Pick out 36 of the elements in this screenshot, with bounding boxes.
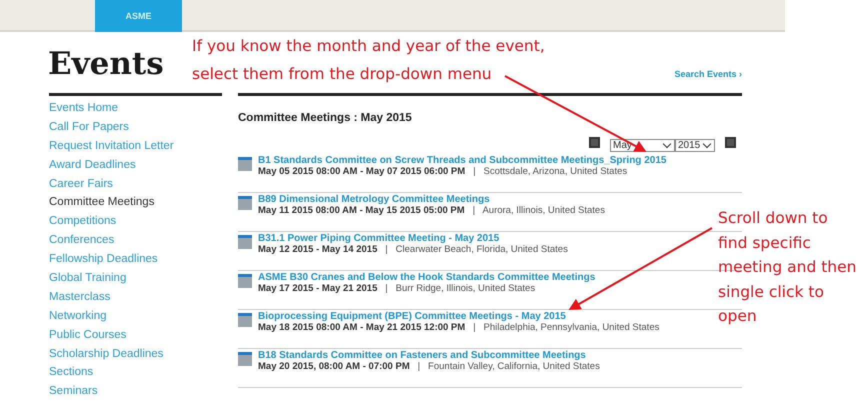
event-details: May 12 2015 - May 14 2015 | Clearwater Beach, Florida, United States (258, 244, 568, 255)
sidebar-item[interactable]: Public Courses (49, 326, 222, 345)
sidebar-item[interactable]: Award Deadlines (49, 156, 222, 175)
sidebar-item[interactable]: Seminars (49, 382, 222, 401)
sidebar-item[interactable]: Request Invitation Letter (49, 136, 222, 156)
sidebar-item[interactable]: Sections (49, 363, 222, 382)
sidebar-item[interactable]: Global Training (49, 269, 222, 288)
sidebar-item[interactable]: Career Fairs (49, 174, 222, 194)
sidebar-item[interactable]: Networking (49, 306, 222, 326)
sidebar-item[interactable]: Masterclass (49, 288, 222, 307)
event-title-link[interactable]: B31.1 Power Piping Committee Meeting - May 2015 (258, 233, 568, 244)
sidebar-item[interactable]: Competitions (49, 212, 222, 232)
section-heading: Committee Meetings : May 2015 (238, 112, 413, 124)
event-title-link[interactable]: B1 Standards Committee on Screw Threads and Subcommittee Meetings_Spring 2015 (258, 155, 666, 166)
logo[interactable]: ASME (95, 0, 182, 32)
annotation-text: If you know the month and year of the event, select them from the drop-down menu (192, 36, 546, 85)
event-title-link[interactable]: B18 Standards Committee on Fasteners and Subcommittee Meetings (258, 350, 600, 361)
event-title-link[interactable]: ASME B30 Cranes and Below the Hook Standards Committee Meetings (258, 272, 596, 283)
page-title: Events (48, 46, 164, 82)
sidebar-item[interactable]: Events Home (49, 99, 222, 118)
sidebar-item[interactable]: Committee Meetings (49, 193, 222, 212)
event-title-link[interactable]: Bioprocessing Equipment (BPE) Committee Meetings - May 2015 (258, 311, 660, 322)
event-details: May 20 2015, 08:00 AM - 07:00 PM | Fountain Valley, California, United States (258, 361, 600, 372)
event-details: May 11 2015 08:00 AM - May 15 2015 05:00 PM | Aurora, Illinois, United States (258, 205, 605, 216)
sidebar-item[interactable]: Scholarship Deadlines (49, 344, 222, 364)
month-select[interactable]: May (610, 138, 675, 152)
search-events-link[interactable]: Search Events › (674, 69, 742, 79)
annotation-text: Scroll down to find specific meeting and then single click to open (718, 208, 858, 327)
year-select[interactable]: 2015 (675, 138, 715, 152)
event-title-link[interactable]: B89 Dimensional Metrology Committee Meetings (258, 194, 605, 205)
sidebar-item[interactable]: Fellowship Deadlines (49, 250, 222, 270)
sidebar-item[interactable]: Call For Papers (49, 118, 222, 137)
event-details: May 17 2015 - May 21 2015 | Burr Ridge, Illinois, United States (258, 283, 536, 294)
sidebar-item[interactable]: Conferences (49, 231, 222, 250)
event-details: May 05 2015 08:00 AM - May 07 2015 06:00 PM | Scottsdale, Arizona, United States (258, 166, 628, 177)
event-details: May 18 2015 08:00 AM - May 21 2015 12:00 PM | Philadelphia, Pennsylvania, United States (258, 322, 660, 333)
